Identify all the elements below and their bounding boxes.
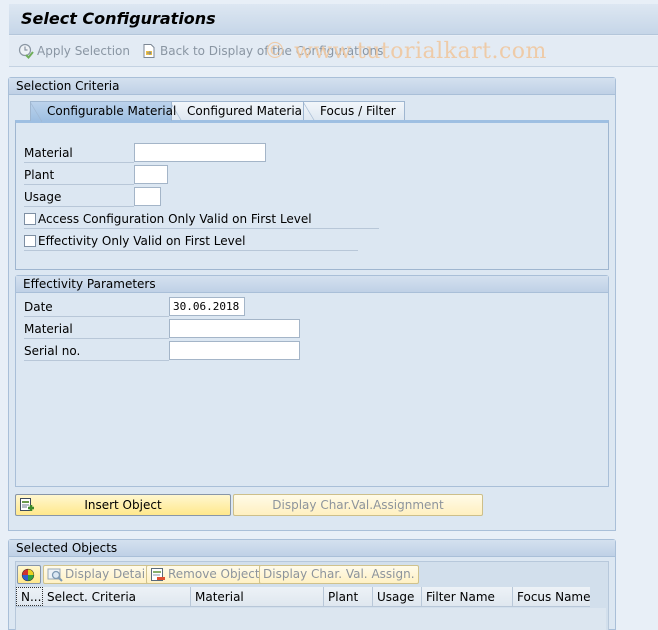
color-legend-button[interactable] (17, 565, 41, 584)
apply-selection-label: Apply Selection (37, 44, 130, 58)
display-char-val-assign-label: Display Char. Val. Assign. (263, 567, 415, 581)
sap-screen: Select Configurations Apply Selection Ba… (0, 0, 658, 630)
application-toolbar: Apply Selection Back to Display of the C… (9, 36, 658, 67)
column-header-focus-name[interactable]: Focus Name (513, 587, 590, 607)
color-wheel-icon (21, 568, 35, 581)
clock-check-icon (18, 43, 34, 59)
title-bar: Select Configurations (9, 4, 658, 35)
access-config-first-level-label: Access Configuration Only Valid on First… (38, 212, 312, 226)
display-char-val-assign-button[interactable]: Display Char. Val. Assign. (259, 565, 419, 584)
remove-object-label: Remove Object (168, 567, 260, 581)
display-char-val-assignment-button[interactable]: Display Char.Val.Assignment (233, 494, 483, 516)
date-label: Date (24, 298, 169, 317)
selected-objects-header: Selected Objects (9, 540, 615, 557)
display-details-label: Display Details (65, 567, 155, 581)
insert-object-label: Insert Object (84, 498, 162, 512)
remove-object-icon (151, 567, 165, 581)
back-to-display-label: Back to Display of the Configurations (160, 44, 384, 58)
access-config-first-level-option[interactable]: Access Configuration Only Valid on First… (24, 210, 379, 229)
column-header-select-criteria[interactable]: Select. Criteria (43, 587, 191, 607)
date-input[interactable]: 30.06.2018 (169, 297, 245, 316)
tab-label: Configurable Material (47, 104, 177, 118)
access-config-first-level-checkbox[interactable] (24, 213, 36, 225)
selected-objects-grid-body (16, 608, 606, 630)
tab-configurable-material[interactable]: Configurable Material (30, 101, 176, 122)
serial-no-input[interactable] (169, 341, 300, 360)
tab-focus-filter[interactable]: Focus / Filter (303, 101, 405, 122)
usage-input[interactable] (134, 187, 161, 206)
page-title: Select Configurations (21, 9, 216, 28)
plant-label: Plant (24, 166, 134, 185)
effectivity-parameters-header: Effectivity Parameters (16, 276, 608, 293)
selected-objects-grid-header: N... Select. Criteria Material Plant Usa… (16, 587, 590, 607)
column-header-number[interactable]: N... (16, 587, 43, 606)
column-header-plant[interactable]: Plant (324, 587, 373, 607)
material-input[interactable] (134, 143, 266, 162)
remove-object-button[interactable]: Remove Object (146, 565, 264, 584)
usage-label: Usage (24, 188, 134, 207)
effectivity-material-input[interactable] (169, 319, 300, 338)
material-label: Material (24, 144, 134, 163)
effectivity-first-level-checkbox[interactable] (24, 235, 36, 247)
effectivity-first-level-label: Effectivity Only Valid on First Level (38, 234, 246, 248)
selection-criteria-header: Selection Criteria (9, 78, 615, 95)
insert-object-button[interactable]: Insert Object (15, 494, 231, 516)
effectivity-material-label: Material (24, 320, 169, 339)
document-arrow-icon (143, 44, 155, 58)
column-header-filter-name[interactable]: Filter Name (422, 587, 513, 607)
back-to-display-button[interactable]: Back to Display of the Configurations (141, 43, 383, 59)
column-header-usage[interactable]: Usage (373, 587, 422, 607)
tab-label: Focus / Filter (320, 104, 396, 118)
display-details-button[interactable]: Display Details (43, 565, 159, 584)
magnifier-icon (47, 568, 63, 582)
display-char-val-assignment-label: Display Char.Val.Assignment (272, 498, 444, 512)
effectivity-first-level-option[interactable]: Effectivity Only Valid on First Level (24, 232, 358, 251)
apply-selection-button[interactable]: Apply Selection (18, 43, 130, 59)
tab-label: Configured Material (187, 104, 306, 118)
plant-input[interactable] (134, 165, 168, 184)
serial-no-label: Serial no. (24, 342, 169, 361)
insert-object-icon (20, 498, 34, 511)
column-header-material[interactable]: Material (191, 587, 324, 607)
tab-configured-material[interactable]: Configured Material (170, 101, 306, 122)
